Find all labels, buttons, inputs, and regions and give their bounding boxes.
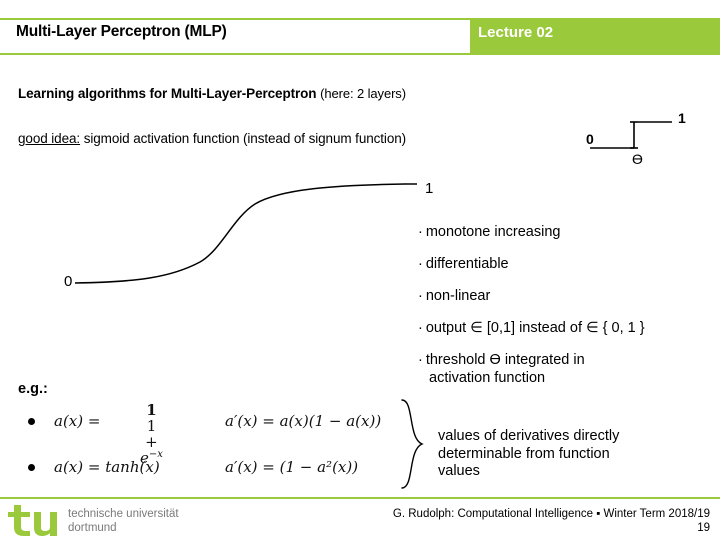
formula-bullet-icon bbox=[28, 418, 35, 425]
section-heading: Learning algorithms for Multi-Layer-Perc… bbox=[18, 86, 406, 101]
page-title: Multi-Layer Perceptron (MLP) bbox=[16, 23, 227, 40]
formula-bullet-icon bbox=[28, 464, 35, 471]
list-item-label: threshold ϴ integrated in bbox=[425, 352, 585, 369]
list-item-label-line2: activation function bbox=[429, 369, 546, 386]
lecture-label: Lecture 02 bbox=[478, 24, 554, 41]
sigmoid-label-zero: 0 bbox=[64, 273, 73, 290]
list-item: · output ∈ [0,1] instead of ∈ { 0, 1 } bbox=[418, 320, 718, 337]
footer-credit: G. Rudolph: Computational Intelligence ▪… bbox=[392, 508, 710, 520]
bullet-dot-icon: · bbox=[418, 320, 423, 337]
bullet-dot-icon: · bbox=[418, 224, 423, 240]
bullet-dot-icon: · bbox=[418, 352, 423, 369]
grouping-brace bbox=[398, 398, 432, 490]
logo-university-line2: dortmund bbox=[68, 522, 117, 534]
list-item-label: monotone increasing bbox=[425, 224, 561, 240]
footer-divider bbox=[0, 497, 720, 499]
formula-lhs: a(x) = bbox=[54, 412, 101, 430]
examples-label: e.g.: bbox=[18, 381, 48, 397]
step-label-theta: ϴ bbox=[632, 151, 643, 167]
step-label-zero: 0 bbox=[586, 131, 594, 147]
step-function-diagram bbox=[580, 108, 720, 180]
formula-lhs: a(x) = tanh(x) bbox=[54, 458, 160, 476]
step-label-one: 1 bbox=[678, 110, 686, 126]
list-item-label: differentiable bbox=[425, 256, 509, 273]
tu-dortmund-logo: technische universität dortmund bbox=[8, 503, 198, 537]
properties-bullet-list: · monotone increasing · differentiable · no… bbox=[418, 224, 718, 402]
section-heading-sub: (here: 2 layers) bbox=[320, 86, 406, 101]
derivatives-note-line2: determinable from function bbox=[438, 445, 610, 462]
denominator-prefix: 1 + bbox=[145, 416, 158, 451]
list-item-label: non-linear bbox=[425, 288, 491, 305]
formula-rhs: a′(x) = a(x)(1 − a(x)) bbox=[225, 412, 382, 430]
derivatives-note-line3: values bbox=[438, 463, 480, 480]
list-item: · threshold ϴ integrated in activation fu… bbox=[418, 352, 718, 386]
list-item: · non-linear bbox=[418, 288, 718, 305]
footer-page-number: 19 bbox=[697, 522, 710, 534]
good-idea-line: good idea: sigmoid activation function (… bbox=[18, 131, 406, 146]
logo-university-line1: technische universität bbox=[68, 508, 179, 520]
sigmoid-label-one: 1 bbox=[425, 180, 434, 197]
formula-rhs: a′(x) = (1 − a²(x)) bbox=[225, 458, 359, 476]
derivatives-note-line1: values of derivatives directly bbox=[438, 428, 620, 444]
good-idea-label: good idea: bbox=[18, 131, 81, 146]
sigmoid-curve-diagram bbox=[75, 178, 420, 293]
list-item: · differentiable bbox=[418, 256, 718, 273]
derivatives-note: values of derivatives directly determina… bbox=[438, 428, 678, 481]
list-item-label: output ∈ [0,1] instead of ∈ { 0, 1 } bbox=[425, 320, 645, 337]
good-idea-text: sigmoid activation function (instead of … bbox=[83, 131, 407, 146]
list-item: · monotone increasing bbox=[418, 224, 718, 241]
section-heading-bold: Learning algorithms for Multi-Layer-Perc… bbox=[18, 86, 317, 101]
bullet-dot-icon: · bbox=[418, 288, 423, 305]
bullet-dot-icon: · bbox=[418, 256, 423, 273]
